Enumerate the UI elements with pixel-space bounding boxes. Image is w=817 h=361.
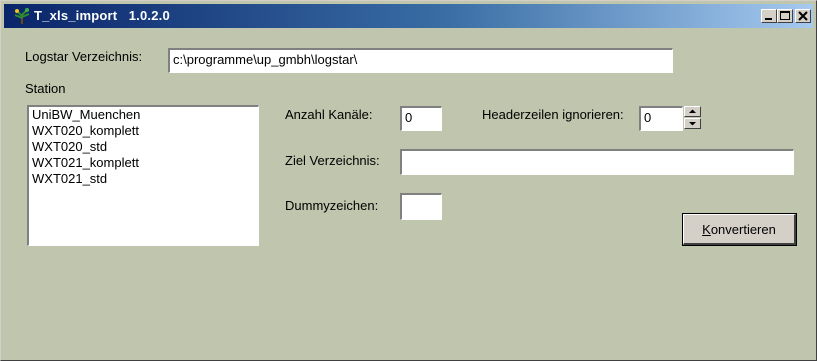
kanaele-label: Anzahl Kanäle: <box>285 107 373 122</box>
stepper-down-button[interactable] <box>684 118 701 129</box>
headerzeilen-input[interactable]: 0 <box>639 106 683 131</box>
arrow-down-icon <box>689 122 696 126</box>
stepper-up-button[interactable] <box>684 106 701 117</box>
close-button[interactable] <box>795 9 811 23</box>
minimize-button[interactable] <box>761 9 777 23</box>
dummy-label: Dummyzeichen: <box>285 198 379 213</box>
arrow-up-icon <box>689 109 696 113</box>
headerzeilen-label: Headerzeilen ignorieren: <box>482 107 624 122</box>
headerzeilen-stepper[interactable] <box>684 106 701 129</box>
close-icon <box>798 11 808 21</box>
window-title: T_xls_import 1.0.2.0 <box>34 8 170 23</box>
convert-button-label: onvertieren <box>710 221 776 237</box>
list-item[interactable]: WXT020_komplett <box>29 123 258 139</box>
maximize-button[interactable] <box>777 9 793 23</box>
maximize-icon <box>780 11 790 20</box>
app-window: T_xls_import 1.0.2.0 Logstar Verzeichnis… <box>0 0 817 361</box>
station-label: Station <box>25 81 66 96</box>
list-item[interactable]: UniBW_Muenchen <box>29 107 258 123</box>
logstar-label: Logstar Verzeichnis: <box>25 49 143 64</box>
tree-app-icon <box>14 8 30 24</box>
title-bar[interactable]: T_xls_import 1.0.2.0 <box>4 4 813 28</box>
list-item[interactable]: WXT021_komplett <box>29 155 258 171</box>
list-item[interactable]: WXT021_std <box>29 171 258 187</box>
list-item[interactable]: WXT020_std <box>29 139 258 155</box>
ziel-label: Ziel Verzeichnis: <box>285 153 380 168</box>
ziel-input[interactable] <box>400 149 794 175</box>
minimize-icon <box>765 18 772 20</box>
logstar-path-input[interactable]: c:\programme\up_gmbh\logstar\ <box>168 48 673 73</box>
convert-button[interactable]: Konvertieren <box>682 213 797 246</box>
station-listbox[interactable]: UniBW_Muenchen WXT020_komplett WXT020_st… <box>27 105 259 246</box>
convert-button-accel: K <box>702 221 711 237</box>
dummy-input[interactable] <box>400 193 442 220</box>
kanaele-input[interactable]: 0 <box>400 106 442 131</box>
